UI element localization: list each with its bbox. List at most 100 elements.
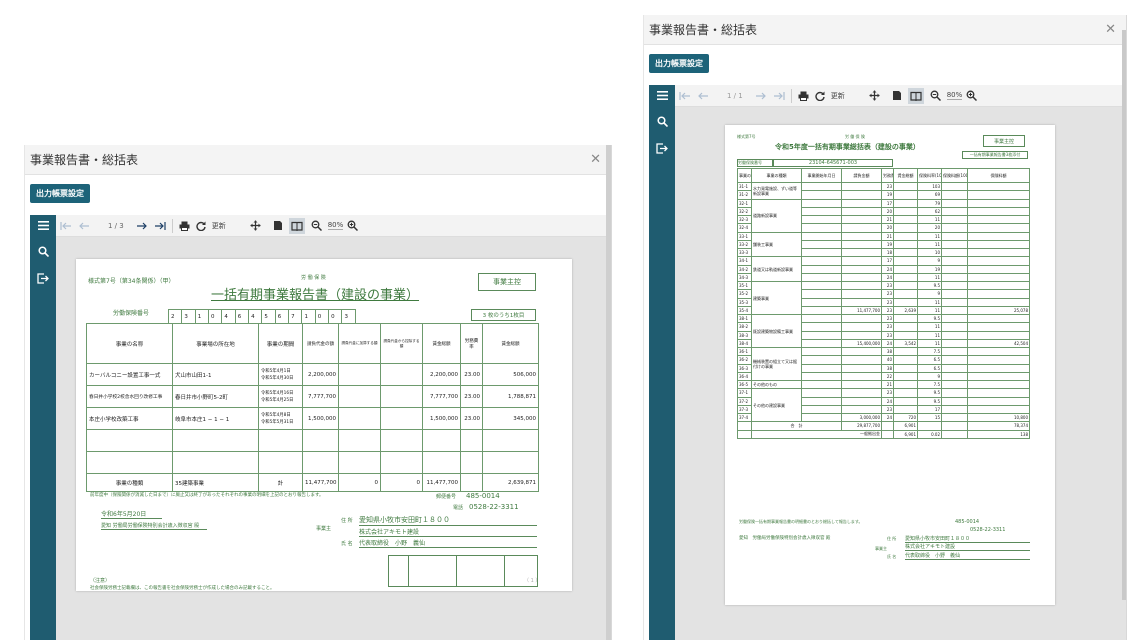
exit-icon[interactable] <box>656 143 668 154</box>
digit: 2 <box>167 309 183 324</box>
close-icon[interactable]: ✕ <box>1105 22 1116 37</box>
row-rate: 24 <box>881 264 894 274</box>
close-icon[interactable]: ✕ <box>590 152 601 167</box>
header-kind: 事業の種類 <box>751 168 802 183</box>
refresh-icon[interactable] <box>196 218 206 234</box>
dialog-titlebar: 事業報告書・総括表 ✕ <box>25 145 611 175</box>
print-icon[interactable] <box>798 88 809 104</box>
postal-code: 485-0014 <box>955 519 980 525</box>
table-row: 春日井小学校2校舎水回り改修工事 春日井市小野町5-2町 令和5年4月16日 令和… <box>86 385 539 408</box>
row-pct: 9 <box>917 371 942 382</box>
page-indicator[interactable]: 1 / 3 <box>108 222 124 230</box>
window-scrollbar[interactable] <box>606 145 611 640</box>
table-row: 36-5 その他のもの 21 7.5 <box>737 379 1030 390</box>
first-page-icon[interactable] <box>679 88 691 104</box>
row-start <box>801 256 842 266</box>
row-pct: 11 <box>917 214 942 225</box>
output-settings-button[interactable]: 出力帳票設定 <box>30 183 90 203</box>
sum-row: 合 計 29,877,700 6,901 78,374 <box>737 421 1030 431</box>
row-start <box>801 223 842 233</box>
last-page-icon[interactable] <box>773 88 785 104</box>
row-wage <box>893 371 918 382</box>
row-category: 道路新設事業 <box>751 198 802 233</box>
exit-icon[interactable] <box>37 273 49 284</box>
move-icon[interactable] <box>250 218 261 234</box>
representative-name: 代表取締役 小野 義仙 <box>905 552 1030 560</box>
prev-page-icon[interactable] <box>697 88 709 104</box>
last-page-icon[interactable] <box>154 218 166 234</box>
row-wage <box>893 313 918 324</box>
summary-note: 労働保険一括有期事業報告書の明細書のとおり総括して報告します。 <box>739 519 863 524</box>
row-amount <box>841 181 882 192</box>
row-amount <box>841 322 882 332</box>
next-page-icon[interactable] <box>755 88 767 104</box>
row-wage <box>893 223 918 233</box>
zoom-in-icon[interactable] <box>966 88 978 104</box>
summary-table: 事業の種類 事業の種類 事業開始年月日 請負金額 労務費率 賃金総額 保険料率(… <box>737 168 1030 439</box>
print-icon[interactable] <box>179 218 190 234</box>
row-pct: 11 <box>917 305 942 316</box>
zoom-level[interactable]: 80% <box>327 221 344 230</box>
search-icon[interactable] <box>37 246 49 257</box>
row-category: 機械装置の組立て又は据付けの事業 <box>751 347 802 381</box>
row-cell <box>941 355 968 365</box>
note-body: 社会保険労務士記載欄は、この報告書を社会保険労務士が作成した場合のみ記載すること… <box>90 586 275 591</box>
page-indicator[interactable]: 1 / 1 <box>727 92 743 100</box>
row-pct: 15 <box>917 412 942 423</box>
row-cell <box>941 181 968 192</box>
viewer-sidebar <box>649 85 675 640</box>
sum-label: 合 計 <box>751 421 842 431</box>
first-page-icon[interactable] <box>60 218 72 234</box>
row-pct: 19 <box>917 264 942 274</box>
prev-page-icon[interactable] <box>78 218 90 234</box>
row-rate: 17 <box>881 256 894 266</box>
row-code: 38-2 <box>737 322 752 332</box>
row-place: 犬山市山田1-1 <box>172 363 259 386</box>
zoom-in-icon[interactable] <box>347 218 359 234</box>
digit: 0 <box>208 309 223 324</box>
row-pct: 11 <box>917 330 942 340</box>
row-rate: 38 <box>881 363 894 373</box>
row-cell <box>941 231 968 241</box>
search-icon[interactable] <box>656 116 668 127</box>
row-cell <box>941 396 968 406</box>
output-settings-button[interactable]: 出力帳票設定 <box>649 53 709 73</box>
row-amount <box>841 223 882 233</box>
zoom-out-icon[interactable] <box>930 88 941 104</box>
header-amount: 請負金額 <box>841 168 882 183</box>
digit: 4 <box>248 309 263 324</box>
move-icon[interactable] <box>869 88 880 104</box>
menu-icon[interactable] <box>656 91 668 100</box>
zoom-out-icon[interactable] <box>311 218 322 234</box>
next-page-icon[interactable] <box>136 218 148 234</box>
zoom-level[interactable]: 80% <box>946 91 963 100</box>
total-a: 0 <box>338 473 381 492</box>
row-amount <box>841 346 882 357</box>
row-rate: 23 <box>881 404 894 415</box>
form-number: 様式第7号（第34条関係）（甲） <box>88 278 175 285</box>
menu-icon[interactable] <box>37 221 49 230</box>
single-page-icon[interactable] <box>273 218 283 234</box>
digit: 6 <box>274 309 290 324</box>
ins-number: 23104-645671-003 <box>773 159 893 167</box>
row-cell <box>941 206 968 217</box>
toolbar-separator <box>790 88 792 103</box>
levy-wage: 6,901 <box>893 429 918 439</box>
row-start <box>801 371 842 382</box>
row-code: 31-1 <box>737 181 752 192</box>
row-wage <box>893 322 918 332</box>
refresh-label[interactable]: 更新 <box>831 88 845 104</box>
report-canvas[interactable]: 様式第7号 労 働 保 険 令和5年度一括有期事業総括表（建設の事業） 事業主控… <box>675 107 1126 640</box>
row-rate: 23 <box>881 322 894 332</box>
window-scrollbar[interactable] <box>1122 30 1126 600</box>
levy-label: 一般拠出金 <box>751 429 882 439</box>
refresh-label[interactable]: 更新 <box>212 218 226 234</box>
two-page-icon[interactable] <box>288 217 305 234</box>
row-wage <box>893 247 918 258</box>
single-page-icon[interactable] <box>892 88 902 104</box>
row-rate: 23 <box>881 181 894 192</box>
refresh-icon[interactable] <box>815 88 825 104</box>
row-amount: 15,400,000 <box>841 338 882 349</box>
report-canvas[interactable]: 様式第7号（第34条関係）（甲） 労 働 保 険 一括有期事業報告書（建設の事業… <box>56 237 611 640</box>
two-page-icon[interactable] <box>907 87 924 104</box>
